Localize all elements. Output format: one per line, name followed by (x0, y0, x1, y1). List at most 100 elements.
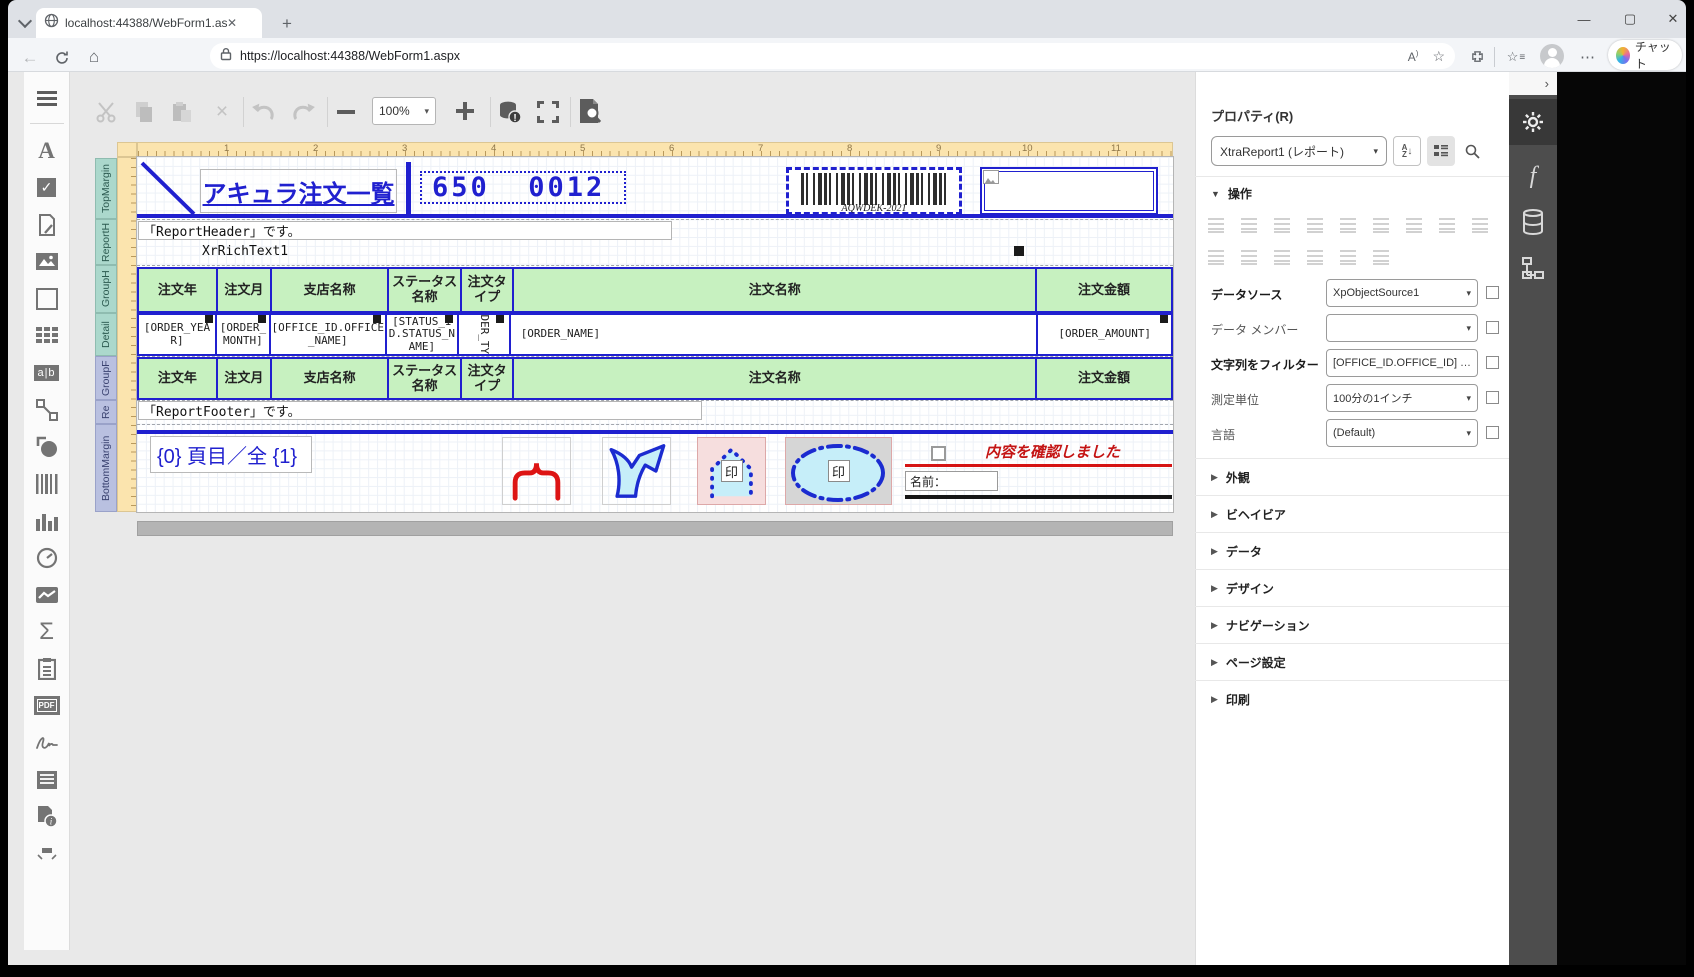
read-aloud-icon[interactable]: A) (1408, 49, 1419, 64)
zoom-in-button[interactable] (450, 96, 480, 126)
properties-tab-gear-icon[interactable] (1509, 99, 1557, 145)
operation-button[interactable] (1241, 218, 1257, 233)
tool-checkbox-icon[interactable]: ✓ (24, 169, 70, 206)
selection-handle[interactable] (205, 315, 213, 323)
delete-button[interactable]: × (209, 98, 235, 126)
datasource-select[interactable]: XpObjectSource1▾ (1326, 279, 1478, 307)
footer-header-cell[interactable]: 注文タイプ (460, 357, 514, 400)
band-bottom-margin[interactable]: BottomMargin (95, 424, 117, 512)
band-group-footer[interactable]: GroupF (95, 356, 117, 400)
browser-tab[interactable]: localhost:44388/WebForm1.aspx ✕ (36, 8, 262, 38)
top-margin-line[interactable] (137, 214, 1173, 218)
redo-button[interactable] (289, 98, 317, 126)
tool-character-comb-icon[interactable]: a|b (24, 354, 70, 391)
paste-button[interactable] (169, 98, 195, 126)
window-maximize-button[interactable]: ▢ (1614, 8, 1646, 30)
tool-panel-icon[interactable] (24, 280, 70, 317)
field-list-tab-database-icon[interactable] (1509, 199, 1557, 245)
operation-button[interactable] (1208, 218, 1224, 233)
group-header-row[interactable]: 注文年 注文月 支店名称 ステータス名称 注文タイプ 注文名称 注文金額 (137, 267, 1173, 313)
tool-barcode-icon[interactable] (24, 465, 70, 502)
tool-shape-icon[interactable] (24, 428, 70, 465)
validate-datasource-icon[interactable]: ! (496, 98, 524, 126)
operation-button[interactable] (1373, 218, 1389, 233)
selection-handle[interactable] (496, 315, 504, 323)
barcode-number-label[interactable]: 650 0012 (420, 171, 626, 204)
bottom-margin-line[interactable] (137, 430, 1173, 434)
new-tab-button[interactable]: + (276, 13, 298, 35)
tool-gauge-icon[interactable] (24, 539, 70, 576)
design-horizontal-scrollbar[interactable] (137, 521, 1173, 536)
name-label-control[interactable]: 名前： (905, 471, 998, 491)
measure-units-select[interactable]: 100分の1インチ▾ (1326, 384, 1478, 412)
detail-row[interactable]: [ORDER_YEAR] [ORDER_MONTH] [OFFICE_ID.OF… (137, 313, 1173, 356)
tool-clipboard-icon[interactable] (24, 650, 70, 687)
header-cell[interactable]: 注文月 (216, 267, 272, 313)
cut-button[interactable] (93, 98, 119, 126)
sort-alphabetical-button[interactable]: AZ↓ (1393, 136, 1421, 166)
tool-picturebox-icon[interactable] (24, 243, 70, 280)
footer-header-cell[interactable]: 注文年 (137, 357, 218, 400)
band-report-footer[interactable]: Re (95, 400, 117, 424)
ellipsis-button[interactable]: … (1460, 357, 1471, 369)
tool-summary-icon[interactable]: Σ (24, 613, 70, 650)
band-top-margin[interactable]: TopMargin (95, 158, 117, 219)
datamember-select[interactable]: ▾ (1326, 314, 1478, 342)
address-bar[interactable]: https://localhost:44388/WebForm1.aspx A)… (210, 43, 1455, 69)
window-minimize-button[interactable]: — (1568, 8, 1600, 30)
header-cell[interactable]: 注文名称 (512, 267, 1037, 313)
section-print[interactable]: ▶印刷 (1195, 680, 1509, 717)
tool-richtext-icon[interactable] (24, 206, 70, 243)
arrow-shape-control[interactable] (602, 437, 671, 505)
tool-label-icon[interactable]: A (24, 132, 70, 169)
detail-cell[interactable]: [ORDER_NAME] (509, 313, 1039, 356)
operation-button[interactable] (1439, 218, 1455, 233)
section-appearance[interactable]: ▶外観 (1195, 458, 1509, 495)
collapse-chevron-icon[interactable]: › (1545, 76, 1549, 91)
checkbox-control[interactable] (931, 446, 946, 461)
footer-header-cell[interactable]: 注文名称 (512, 357, 1037, 400)
tool-table-icon[interactable] (24, 317, 70, 354)
operation-button[interactable] (1406, 218, 1422, 233)
tool-pageinfo-icon[interactable]: i (24, 798, 70, 835)
section-data[interactable]: ▶データ (1195, 532, 1509, 569)
footer-header-cell[interactable]: 注文金額 (1035, 357, 1173, 400)
tool-toc-icon[interactable] (24, 761, 70, 798)
operation-button[interactable] (1274, 218, 1290, 233)
footer-header-cell[interactable]: ステータス名称 (387, 357, 462, 400)
tool-line-icon[interactable] (24, 391, 70, 428)
report-footer-label[interactable]: 「ReportFooter」です。 (138, 401, 702, 420)
operation-button[interactable] (1340, 218, 1356, 233)
footer-header-cell[interactable]: 支店名称 (270, 357, 389, 400)
collections-icon[interactable]: ☆≡ (1504, 46, 1528, 68)
filter-string-field[interactable]: [OFFICE_ID.OFFICE_ID] ...… (1326, 349, 1478, 377)
profile-avatar[interactable] (1540, 44, 1564, 68)
zoom-out-button[interactable] (332, 98, 360, 126)
operation-button[interactable] (1307, 250, 1323, 265)
header-cell[interactable]: 支店名称 (270, 267, 389, 313)
page-info-control[interactable]: {0} 頁目／全 {1} (150, 436, 312, 473)
richtext-control[interactable]: XrRichText1 (202, 244, 288, 259)
refresh-button[interactable] (50, 46, 74, 70)
black-line-control[interactable] (905, 495, 1172, 499)
undo-button[interactable] (250, 98, 278, 126)
stamp-ellipse-control[interactable]: 印 (785, 437, 892, 505)
property-grid-selector[interactable]: XtraReport1 (レポート) ▾ (1211, 136, 1387, 166)
selection-handle[interactable] (1160, 315, 1168, 323)
footer-header-cell[interactable]: 注文月 (216, 357, 272, 400)
selection-handle[interactable] (258, 315, 266, 323)
selection-handle[interactable] (445, 315, 453, 323)
category-view-button[interactable] (1427, 136, 1455, 166)
tab-close-icon[interactable]: ✕ (227, 16, 237, 30)
stamp-shape-control[interactable]: 印 (697, 437, 766, 505)
smart-tag-icon[interactable] (1014, 246, 1024, 256)
red-line-control[interactable] (905, 464, 1172, 467)
line-control[interactable] (139, 160, 197, 217)
header-cell[interactable]: 注文年 (137, 267, 218, 313)
operation-button[interactable] (1208, 250, 1224, 265)
band-report-header[interactable]: ReportH (95, 219, 117, 265)
operation-button[interactable] (1307, 218, 1323, 233)
tool-pdf-content-icon[interactable]: PDF (24, 687, 70, 724)
selection-handle[interactable] (373, 315, 381, 323)
copilot-chat-button[interactable]: チャット (1608, 40, 1682, 70)
